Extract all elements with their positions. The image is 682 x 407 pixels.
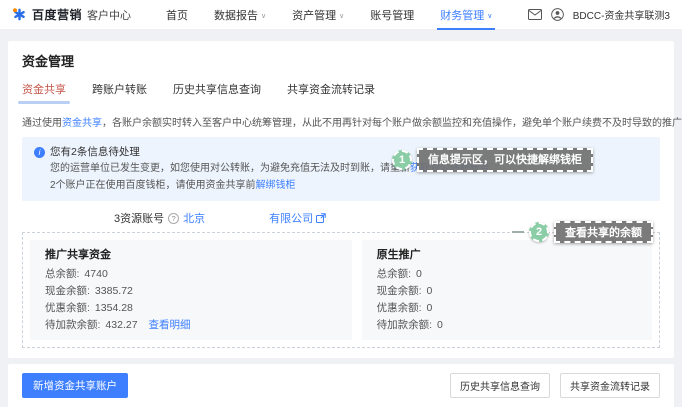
- brand-subtitle: 客户中心: [87, 9, 132, 22]
- view-detail-link[interactable]: 查看明细: [149, 317, 191, 334]
- balance-label: 待加款余额:: [45, 319, 101, 332]
- panel-title: 推广共享资金: [45, 249, 111, 262]
- unbind-wallet-link[interactable]: 解绑钱柜: [256, 180, 296, 191]
- redacted-text: [22, 214, 110, 222]
- balance-label: 优惠余额:: [376, 302, 422, 315]
- chevron-down-icon: [487, 9, 492, 21]
- menu-item-label: 资产管理: [292, 9, 337, 22]
- company-link[interactable]: 北京 有限公司: [183, 210, 326, 226]
- intro-text-pre: 通过使用: [22, 118, 62, 129]
- fund-sharing-link[interactable]: 资金共享: [62, 118, 102, 129]
- alert-line-1-text: 您的运营单位已发生变更，如您使用对公转账，为避免充值无法及时到账，请重新: [50, 163, 410, 175]
- chevron-down-icon: [261, 9, 266, 21]
- balance-value: 0: [416, 268, 422, 281]
- panel-title: 原生推广: [376, 249, 421, 262]
- menu-item-home[interactable]: 首页: [153, 0, 201, 30]
- top-navbar: 百度营销 客户中心 首页 数据报告 资产管理 账号管理 财务管理: [0, 0, 682, 30]
- chevron-down-icon: [339, 9, 344, 21]
- menu-item-label: 数据报告: [214, 9, 259, 22]
- user-avatar-icon[interactable]: [550, 8, 564, 21]
- tab-sharing-flow-records[interactable]: 共享资金流转记录: [287, 81, 375, 104]
- table-actions-row: 新增资金共享账户 历史共享信息查询 共享资金流转记录: [22, 373, 660, 399]
- user-name[interactable]: BDCC-资金共享联测3: [573, 7, 670, 22]
- menu-item-label: 首页: [166, 9, 189, 22]
- menu-item-asset-mgmt[interactable]: 资产管理: [279, 0, 357, 30]
- alert-line-2: 2个账户正在使用百度钱柜，请使用资金共享前解绑钱柜: [34, 178, 648, 195]
- balance-value: 4740: [84, 268, 108, 281]
- alert-title-row: 您有2条信息待处理: [34, 144, 648, 161]
- sharing-accounts-card: 新增资金共享账户 历史共享信息查询 共享资金流转记录 资金共享账户名 资金共享开…: [8, 364, 674, 407]
- secondary-actions: 历史共享信息查询 共享资金流转记录: [450, 373, 660, 399]
- balance-row: 待加款余额: 432.27 查看明细: [45, 317, 337, 334]
- balance-row: 现金余额: 0: [377, 283, 637, 300]
- menu-item-label: 账号管理: [370, 9, 415, 22]
- history-sharing-query-button[interactable]: 历史共享信息查询: [450, 373, 550, 399]
- company-name-post: 有限公司: [269, 213, 314, 226]
- tab-cross-account-transfer[interactable]: 跨账户转账: [92, 81, 147, 104]
- balance-row: 总余额: 0: [377, 266, 637, 283]
- tab-history-sharing-query[interactable]: 历史共享信息查询: [173, 81, 261, 104]
- main-menu: 首页 数据报告 资产管理 账号管理 财务管理: [153, 0, 505, 30]
- balance-label: 现金余额:: [376, 285, 422, 298]
- brand-name: 百度营销: [32, 8, 83, 22]
- tab-fund-sharing[interactable]: 资金共享: [18, 81, 70, 104]
- menu-item-finance-mgmt[interactable]: 财务管理: [427, 0, 505, 30]
- page-title: 资金管理: [22, 54, 75, 69]
- mail-icon[interactable]: [527, 9, 542, 20]
- balance-row: 总余额: 4740: [45, 266, 337, 283]
- intro-text: 通过使用资金共享，各账户余额实时转入至客户中心统筹管理，从此不用再针对每个账户做…: [22, 114, 682, 129]
- fund-management-card: 资金管理 资金共享 跨账户转账 历史共享信息查询 共享资金流转记录 通过使用资金…: [8, 41, 682, 359]
- add-sharing-account-button[interactable]: 新增资金共享账户: [22, 373, 128, 399]
- brand[interactable]: 百度营销 客户中心: [12, 6, 131, 23]
- menu-item-account-mgmt[interactable]: 账号管理: [357, 0, 427, 30]
- resource-account-row: 3资源账号 北京 有限公司: [22, 210, 660, 226]
- redacted-text: [208, 214, 266, 222]
- menu-item-label: 财务管理: [440, 9, 485, 22]
- help-icon[interactable]: [168, 212, 180, 224]
- balance-value: 0: [437, 319, 443, 332]
- balance-row: 优惠余额: 1354.28: [45, 300, 337, 317]
- balance-value: 0: [426, 285, 433, 298]
- balance-label: 优惠余额:: [45, 302, 90, 315]
- balance-value: 3385.72: [94, 285, 133, 298]
- alert-line-2-text: 2个账户正在使用百度钱柜，请使用资金共享前: [50, 179, 256, 191]
- balance-label: 总余额:: [45, 268, 80, 281]
- get-transfer-account-link[interactable]: 获取对公转账账号: [410, 163, 490, 174]
- navbar-right: BDCC-资金共享联测3: [527, 7, 670, 22]
- info-icon: [34, 147, 45, 159]
- promo-shared-funds-panel: 推广共享资金 总余额: 4740 现金余额: 3385.72 优惠余额: 135…: [30, 240, 352, 341]
- balance-value: 1354.28: [94, 302, 133, 315]
- alert-title: 您有2条信息待处理: [50, 146, 140, 158]
- shared-balance-section: 推广共享资金 总余额: 4740 现金余额: 3385.72 优惠余额: 135…: [22, 221, 660, 349]
- resource-account-label: 3资源账号: [114, 213, 165, 226]
- balance-label: 待加款余额:: [376, 319, 433, 332]
- native-promo-panel: 原生推广 总余额: 0 现金余额: 0 优惠余额: 0 待加款余额: 0: [361, 240, 652, 341]
- brand-logo-icon: [12, 7, 27, 22]
- balance-row: 待加款余额: 0: [377, 317, 637, 334]
- callout-connector: [512, 231, 524, 234]
- balance-value: 432.27: [105, 319, 138, 332]
- alert-line-1: 您的运营单位已发生变更，如您使用对公转账，为避免充值无法及时到账，请重新获取对公…: [34, 161, 648, 178]
- balance-label: 现金余额:: [45, 285, 90, 298]
- external-link-icon: [316, 213, 326, 224]
- sharing-flow-records-button[interactable]: 共享资金流转记录: [560, 373, 660, 399]
- menu-item-data-report[interactable]: 数据报告: [201, 0, 279, 30]
- tab-bar: 资金共享 跨账户转账 历史共享信息查询 共享资金流转记录: [18, 81, 660, 104]
- balance-row: 优惠余额: 0: [377, 300, 637, 317]
- balance-value: 0: [426, 302, 433, 315]
- company-name-pre: 北京: [183, 213, 206, 226]
- intro-text-post: ，各账户余额实时转入至客户中心统筹管理，从此不用再针对每个账户做余额监控和充值操…: [102, 118, 682, 129]
- info-alert: 您有2条信息待处理 您的运营单位已发生变更，如您使用对公转账，为避免充值无法及时…: [22, 137, 660, 202]
- balance-row: 现金余额: 3385.72: [45, 283, 337, 300]
- balance-label: 总余额:: [376, 268, 412, 281]
